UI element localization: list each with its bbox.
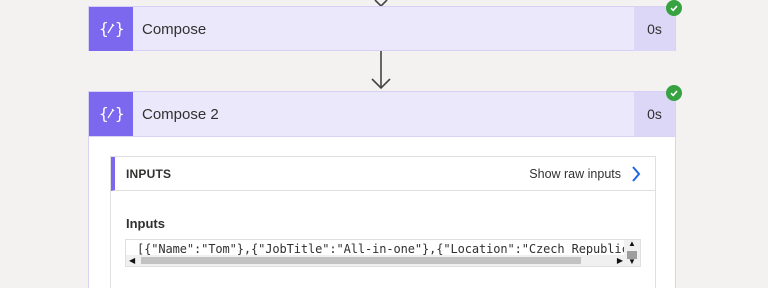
compose-action-header[interactable]: { } Compose 0s <box>89 7 675 51</box>
show-raw-inputs-link[interactable]: Show raw inputs <box>529 157 641 191</box>
success-check-icon <box>666 85 682 101</box>
inputs-section-label: Inputs <box>126 216 165 231</box>
inputs-panel-label: INPUTS <box>126 166 172 181</box>
inputs-value-box[interactable]: [{"Name":"Tom"},{"JobTitle":"All-in-one"… <box>125 239 641 267</box>
inputs-value-text: [{"Name":"Tom"},{"JobTitle":"All-in-one"… <box>137 242 641 256</box>
action-title: Compose <box>142 20 207 38</box>
compose-2-action-card[interactable]: { } Compose 2 0s INPUTS Show raw inputs … <box>88 91 676 288</box>
scroll-left-icon[interactable]: ◀ <box>129 256 135 265</box>
action-title: Compose 2 <box>142 105 219 123</box>
compose-braces-icon: { } <box>89 92 133 136</box>
svg-text:{: { <box>99 19 109 38</box>
vertical-scrollbar[interactable]: ▲ ▼ <box>624 240 640 266</box>
inputs-panel: INPUTS Show raw inputs Inputs [{"Name":"… <box>110 156 656 288</box>
connector-arrow-icon <box>371 51 391 90</box>
compose-braces-icon: { } <box>89 7 133 51</box>
horizontal-scroll-thumb[interactable] <box>141 257 581 264</box>
inputs-panel-header: INPUTS Show raw inputs <box>111 157 655 191</box>
scroll-up-icon[interactable]: ▲ <box>628 240 636 248</box>
show-raw-inputs-label: Show raw inputs <box>529 167 621 181</box>
chevron-right-icon <box>632 166 641 182</box>
scroll-down-icon[interactable]: ▼ <box>628 258 636 266</box>
action-details: INPUTS Show raw inputs Inputs [{"Name":"… <box>89 136 675 288</box>
svg-text:{: { <box>99 104 109 123</box>
horizontal-scrollbar[interactable]: ◀ ▶ <box>126 255 626 266</box>
compose-2-action-header[interactable]: { } Compose 2 0s <box>89 92 675 136</box>
scroll-right-icon[interactable]: ▶ <box>617 256 623 265</box>
success-check-icon <box>666 0 682 16</box>
compose-action-card[interactable]: { } Compose 0s <box>88 6 676 51</box>
svg-text:}: } <box>115 104 124 123</box>
svg-text:}: } <box>115 19 124 38</box>
